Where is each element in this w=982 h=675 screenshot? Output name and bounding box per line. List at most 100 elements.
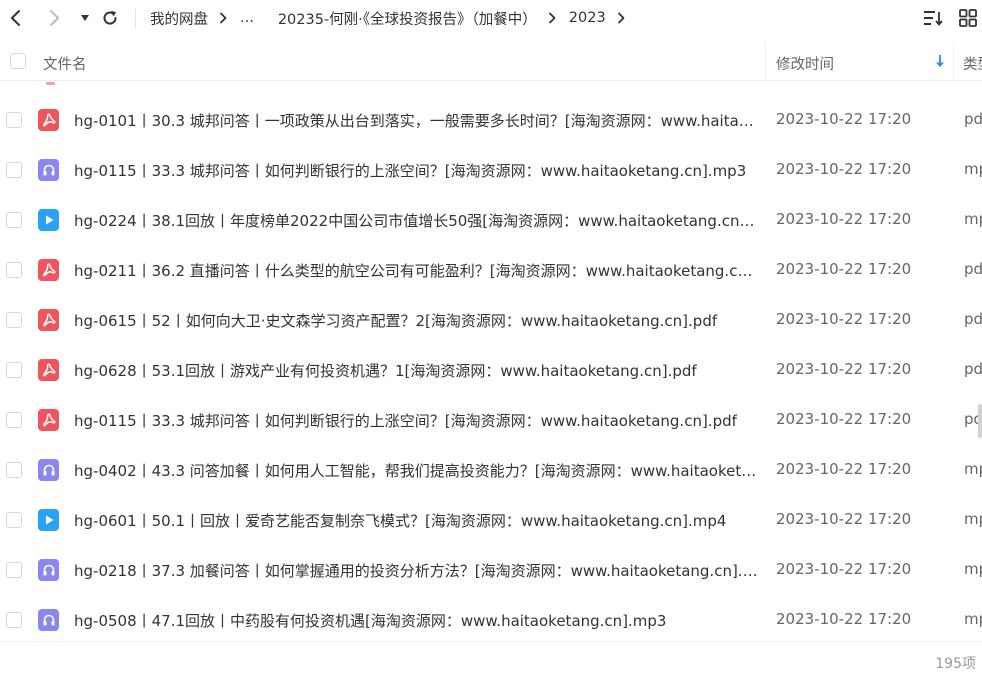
file-row[interactable]: hg-0218丨37.3 加餐问答丨如何掌握通用的投资分析方法？[海淘资源网：w… bbox=[0, 545, 982, 595]
top-navigation-bar: 我的网盘 ... 20235-何刚·《全球投资报告》（加餐中） 2023 bbox=[0, 0, 982, 38]
row-checkbox[interactable] bbox=[6, 212, 22, 228]
file-name: hg-0218丨37.3 加餐问答丨如何掌握通用的投资分析方法？[海淘资源网：w… bbox=[74, 562, 758, 580]
file-row[interactable]: hg-0628丨53.1回放丨游戏产业有何投资机遇？1[海淘资源网：www.ha… bbox=[0, 345, 982, 395]
row-checkbox[interactable] bbox=[6, 162, 22, 178]
file-name: hg-0115丨33.3 城邦问答丨如何判断银行的上涨空间？[海淘资源网：www… bbox=[74, 162, 747, 180]
video-file-icon bbox=[38, 209, 59, 231]
scrollbar-thumb[interactable] bbox=[978, 404, 982, 438]
sort-descending-arrow-icon[interactable] bbox=[934, 53, 946, 69]
file-type: mp4 bbox=[964, 210, 982, 228]
file-modified-time: 2023-10-22 17:20 bbox=[776, 510, 912, 528]
row-checkbox[interactable] bbox=[6, 512, 22, 528]
file-modified-time: 2023-10-22 17:20 bbox=[776, 610, 912, 628]
history-dropdown-button[interactable] bbox=[73, 6, 97, 30]
refresh-button[interactable] bbox=[98, 6, 122, 30]
file-name: hg-0211丨36.2 直播问答丨什么类型的航空公司有可能盈利？[海淘资源网：… bbox=[74, 262, 758, 280]
row-checkbox[interactable] bbox=[6, 612, 22, 628]
breadcrumb: 我的网盘 ... 20235-何刚·《全球投资报告》（加餐中） 2023 bbox=[150, 0, 638, 36]
file-row[interactable]: hg-0115丨33.3 城邦问答丨如何判断银行的上涨空间？[海淘资源网：www… bbox=[0, 145, 982, 195]
audio-file-icon bbox=[38, 609, 59, 631]
file-type: pdf bbox=[964, 110, 982, 128]
file-type: mp3 bbox=[964, 160, 982, 178]
audio-file-icon bbox=[38, 459, 59, 481]
grid-view-icon bbox=[959, 9, 977, 31]
pdf-file-icon bbox=[38, 409, 59, 431]
file-modified-time: 2023-10-22 17:20 bbox=[776, 560, 912, 578]
forward-arrow-icon bbox=[47, 9, 61, 27]
file-type: mp3 bbox=[964, 460, 982, 478]
file-row[interactable]: hg-0101丨30.3 城邦问答丨一项政策从出台到落实，一般需要多长时间？[海… bbox=[0, 95, 982, 145]
chevron-right-icon bbox=[548, 12, 556, 24]
file-name: hg-0601丨50.1丨回放丨爱奇艺能否复制奈飞模式？[海淘资源网：www.h… bbox=[74, 512, 727, 530]
breadcrumb-current[interactable]: 2023 bbox=[569, 10, 606, 26]
file-row[interactable]: hg-0402丨43.3 问答加餐丨如何用人工智能，帮我们提高投资能力？[海淘资… bbox=[0, 445, 982, 495]
file-row[interactable]: hg-0115丨33.3 城邦问答丨如何判断银行的上涨空间？[海淘资源网：www… bbox=[0, 395, 982, 445]
item-count: 195项 bbox=[935, 656, 976, 672]
file-modified-time: 2023-10-22 17:20 bbox=[776, 110, 912, 128]
pdf-file-icon bbox=[38, 259, 59, 281]
file-name: hg-0508丨47.1回放丨中药股有何投资机遇[海淘资源网：www.haita… bbox=[74, 612, 667, 630]
column-header-type[interactable]: 类型 bbox=[963, 53, 982, 74]
file-type: mp3 bbox=[964, 560, 982, 578]
file-list: hg-0101丨30.3 城邦问答丨一项政策从出台到落实，一般需要多长时间？[海… bbox=[0, 95, 982, 645]
triangle-down-icon bbox=[80, 14, 90, 22]
file-row[interactable]: hg-0601丨50.1丨回放丨爱奇艺能否复制奈飞模式？[海淘资源网：www.h… bbox=[0, 495, 982, 545]
file-name: hg-0101丨30.3 城邦问答丨一项政策从出台到落实，一般需要多长时间？[海… bbox=[74, 112, 758, 130]
file-modified-time: 2023-10-22 17:20 bbox=[776, 210, 912, 228]
sort-list-icon bbox=[923, 10, 943, 30]
file-name: hg-0115丨33.3 城邦问答丨如何判断银行的上涨空间？[海淘资源网：www… bbox=[74, 412, 737, 430]
file-type: pdf bbox=[964, 260, 982, 278]
file-name: hg-0402丨43.3 问答加餐丨如何用人工智能，帮我们提高投资能力？[海淘资… bbox=[74, 462, 758, 480]
file-modified-time: 2023-10-22 17:20 bbox=[776, 260, 912, 278]
row-checkbox[interactable] bbox=[6, 462, 22, 478]
file-modified-time: 2023-10-22 17:20 bbox=[776, 160, 912, 178]
file-modified-time: 2023-10-22 17:20 bbox=[776, 460, 912, 478]
file-type: mp4 bbox=[964, 510, 982, 528]
select-all-checkbox[interactable] bbox=[10, 53, 26, 69]
file-list-header: 文件名 修改时间 类型 bbox=[0, 42, 982, 81]
partial-file-icon bbox=[46, 82, 55, 85]
audio-file-icon bbox=[38, 159, 59, 181]
pdf-file-icon bbox=[38, 109, 59, 131]
video-file-icon bbox=[38, 509, 59, 531]
breadcrumb-folder[interactable]: 20235-何刚·《全球投资报告》（加餐中） bbox=[278, 8, 537, 29]
column-header-name[interactable]: 文件名 bbox=[43, 53, 87, 74]
file-type: pdf bbox=[964, 310, 982, 328]
forward-button[interactable] bbox=[42, 6, 66, 30]
back-arrow-icon bbox=[9, 9, 23, 27]
file-name: hg-0615丨52丨如何向大卫·史文森学习资产配置？2[海淘资源网：www.h… bbox=[74, 312, 718, 330]
view-mode-button[interactable] bbox=[957, 9, 979, 31]
row-checkbox[interactable] bbox=[6, 312, 22, 328]
breadcrumb-ellipsis[interactable]: ... bbox=[240, 10, 254, 26]
file-modified-time: 2023-10-22 17:20 bbox=[776, 360, 912, 378]
file-modified-time: 2023-10-22 17:20 bbox=[776, 410, 912, 428]
chevron-right-icon bbox=[617, 12, 625, 24]
file-modified-time: 2023-10-22 17:20 bbox=[776, 310, 912, 328]
breadcrumb-root[interactable]: 我的网盘 bbox=[150, 8, 208, 29]
column-divider[interactable] bbox=[953, 42, 954, 81]
pdf-file-icon bbox=[38, 309, 59, 331]
row-checkbox[interactable] bbox=[6, 562, 22, 578]
file-row[interactable]: hg-0211丨36.2 直播问答丨什么类型的航空公司有可能盈利？[海淘资源网：… bbox=[0, 245, 982, 295]
file-row[interactable]: hg-0615丨52丨如何向大卫·史文森学习资产配置？2[海淘资源网：www.h… bbox=[0, 295, 982, 345]
file-type: mp3 bbox=[964, 610, 982, 628]
chevron-right-icon bbox=[219, 12, 227, 24]
column-divider[interactable] bbox=[765, 42, 766, 81]
file-type: pdf bbox=[964, 360, 982, 378]
footer-divider bbox=[0, 641, 982, 642]
row-checkbox[interactable] bbox=[6, 262, 22, 278]
row-checkbox[interactable] bbox=[6, 112, 22, 128]
file-row[interactable]: hg-0224丨38.1回放丨年度榜单2022中国公司市值增长50强[海淘资源网… bbox=[0, 195, 982, 245]
refresh-icon bbox=[101, 9, 119, 27]
toolbar-divider bbox=[135, 9, 136, 29]
row-checkbox[interactable] bbox=[6, 412, 22, 428]
back-button[interactable] bbox=[4, 6, 28, 30]
sort-menu-button[interactable] bbox=[922, 9, 944, 31]
column-header-modified-time[interactable]: 修改时间 bbox=[776, 53, 834, 74]
audio-file-icon bbox=[38, 559, 59, 581]
row-checkbox[interactable] bbox=[6, 362, 22, 378]
pdf-file-icon bbox=[38, 359, 59, 381]
file-name: hg-0224丨38.1回放丨年度榜单2022中国公司市值增长50强[海淘资源网… bbox=[74, 212, 758, 230]
file-row[interactable]: hg-0508丨47.1回放丨中药股有何投资机遇[海淘资源网：www.haita… bbox=[0, 595, 982, 645]
file-name: hg-0628丨53.1回放丨游戏产业有何投资机遇？1[海淘资源网：www.ha… bbox=[74, 362, 697, 380]
